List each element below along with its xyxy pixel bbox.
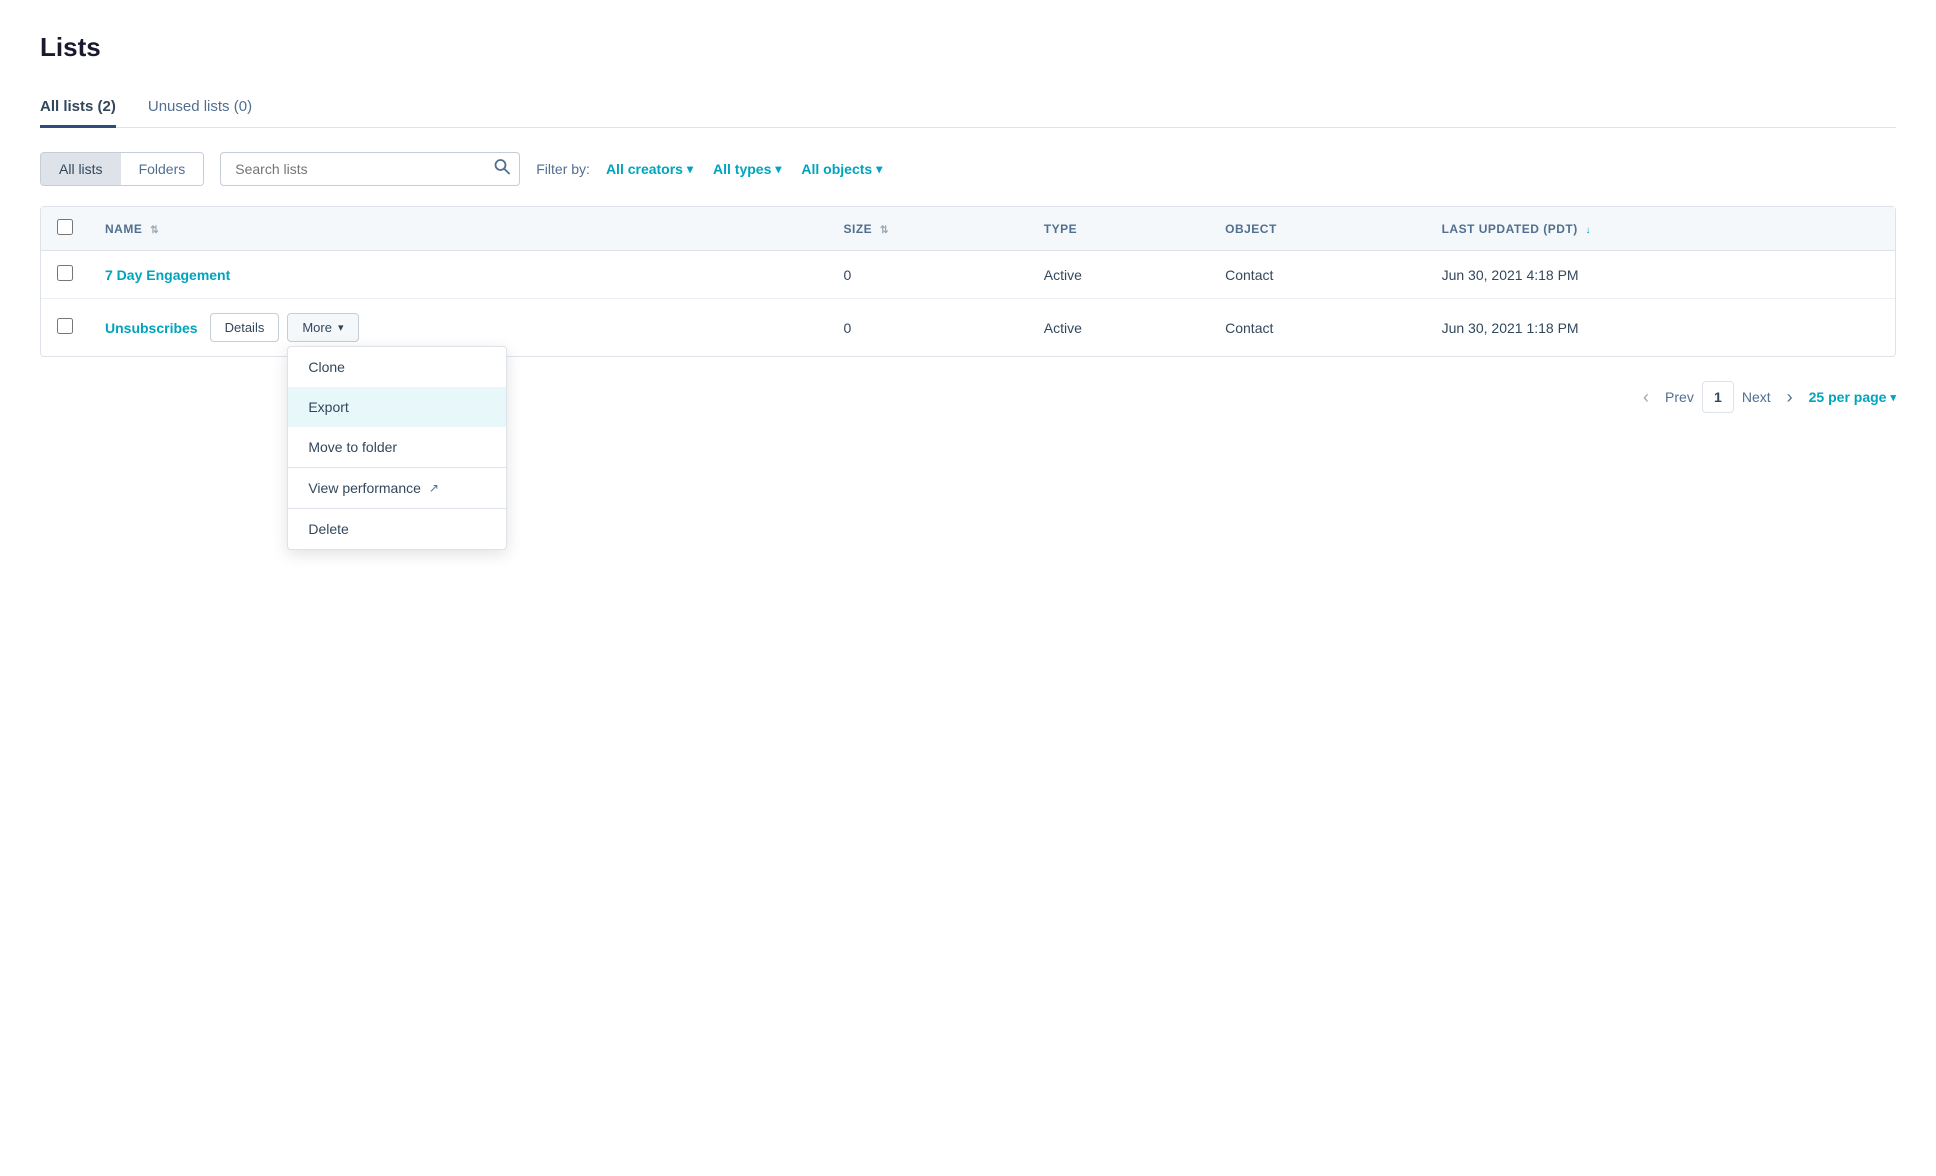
row2-name-link[interactable]: Unsubscribes [105, 320, 198, 336]
row2-name-cell: Unsubscribes Details More Clone Export M… [89, 299, 828, 357]
header-type: TYPE [1028, 207, 1209, 251]
row1-checkbox[interactable] [57, 265, 73, 281]
filter-types-button[interactable]: All types [705, 157, 789, 181]
prev-arrow-button[interactable]: ‹ [1635, 383, 1657, 412]
row1-object-cell: Contact [1209, 251, 1425, 299]
row2-type-cell: Active [1028, 299, 1209, 357]
row1-last-updated-cell: Jun 30, 2021 4:18 PM [1426, 251, 1895, 299]
row1-type-cell: Active [1028, 251, 1209, 299]
row2-actions: Details More Clone Export Move to folder [210, 313, 359, 342]
table-header-row: NAME ⇅ SIZE ⇅ TYPE OBJECT LAST UPDATED (… [41, 207, 1895, 251]
row2-name-actions: Unsubscribes Details More Clone Export M… [105, 313, 812, 342]
more-dropdown-menu: Clone Export Move to folder View perform… [287, 346, 507, 550]
table-row: Unsubscribes Details More Clone Export M… [41, 299, 1895, 357]
search-icon [494, 159, 510, 180]
details-button[interactable]: Details [210, 313, 280, 342]
toolbar: All lists Folders Filter by: All creator… [40, 152, 1896, 186]
dropdown-item-clone[interactable]: Clone [288, 347, 506, 387]
row1-checkbox-cell [41, 251, 89, 299]
size-sort-icon: ⇅ [880, 225, 889, 236]
dropdown-item-view-performance[interactable]: View performance ↗ [288, 468, 506, 508]
per-page-button[interactable]: 25 per page [1809, 389, 1896, 405]
page-title: Lists [40, 32, 1896, 63]
view-toggle: All lists Folders [40, 152, 204, 186]
tab-all-lists[interactable]: All lists (2) [40, 88, 116, 128]
name-sort-icon: ⇅ [150, 225, 159, 236]
search-input[interactable] [220, 152, 520, 186]
tabs-container: All lists (2) Unused lists (0) [40, 87, 1896, 128]
last-updated-sort-icon: ↓ [1586, 225, 1592, 236]
table-body: 7 Day Engagement 0 Active Contact Jun 30… [41, 251, 1895, 357]
next-arrow-button[interactable]: › [1779, 383, 1801, 412]
dropdown-item-move-to-folder[interactable]: Move to folder [288, 427, 506, 467]
filter-objects-button[interactable]: All objects [793, 157, 890, 181]
row2-size-cell: 0 [828, 299, 1028, 357]
row2-object-cell: Contact [1209, 299, 1425, 357]
more-button[interactable]: More [287, 313, 358, 342]
tab-unused-lists[interactable]: Unused lists (0) [148, 88, 252, 128]
row2-last-updated-cell: Jun 30, 2021 1:18 PM [1426, 299, 1895, 357]
row2-checkbox[interactable] [57, 318, 73, 334]
header-checkbox-cell [41, 207, 89, 251]
table-row: 7 Day Engagement 0 Active Contact Jun 30… [41, 251, 1895, 299]
prev-label[interactable]: Prev [1665, 389, 1694, 405]
header-object: OBJECT [1209, 207, 1425, 251]
header-name[interactable]: NAME ⇅ [89, 207, 828, 251]
filter-creators-button[interactable]: All creators [598, 157, 701, 181]
lists-table: NAME ⇅ SIZE ⇅ TYPE OBJECT LAST UPDATED (… [41, 207, 1895, 356]
row1-name-link[interactable]: 7 Day Engagement [105, 267, 230, 283]
external-link-icon: ↗ [429, 481, 439, 495]
filter-bar: Filter by: All creators All types All ob… [536, 157, 890, 181]
next-label[interactable]: Next [1742, 389, 1771, 405]
select-all-checkbox[interactable] [57, 219, 73, 235]
dropdown-item-delete[interactable]: Delete [288, 509, 506, 549]
current-page: 1 [1702, 381, 1734, 413]
row2-checkbox-cell [41, 299, 89, 357]
search-container [220, 152, 520, 186]
row1-size-cell: 0 [828, 251, 1028, 299]
view-folders-button[interactable]: Folders [121, 153, 204, 185]
header-last-updated[interactable]: LAST UPDATED (PDT) ↓ [1426, 207, 1895, 251]
dropdown-item-export[interactable]: Export [288, 387, 506, 427]
lists-table-wrapper: NAME ⇅ SIZE ⇅ TYPE OBJECT LAST UPDATED (… [40, 206, 1896, 357]
row1-name-cell: 7 Day Engagement [89, 251, 828, 299]
header-size[interactable]: SIZE ⇅ [828, 207, 1028, 251]
filter-label: Filter by: [536, 161, 590, 177]
more-dropdown-wrapper: More Clone Export Move to folder View pe… [287, 313, 358, 342]
view-all-lists-button[interactable]: All lists [41, 153, 121, 185]
